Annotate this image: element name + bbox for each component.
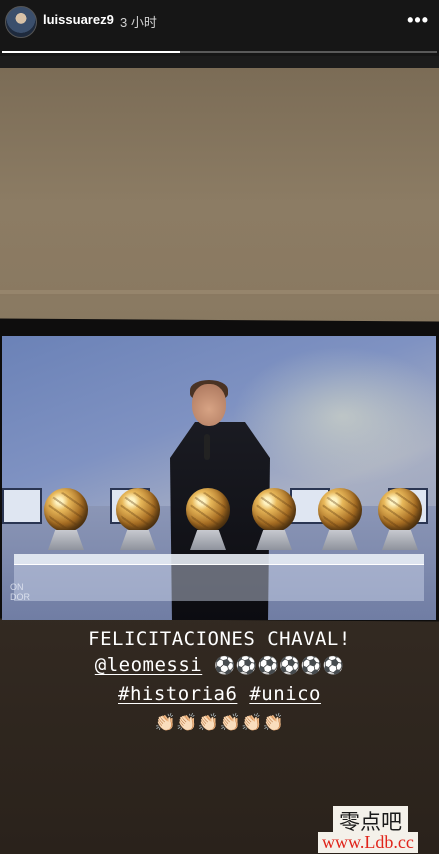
post-time: 3 小时 [120, 15, 157, 30]
soccer-ball-icons: ⚽⚽⚽⚽⚽⚽ [214, 656, 345, 676]
hashtag-historia6[interactable]: #historia6 [118, 683, 237, 705]
avatar[interactable] [5, 6, 37, 38]
story-progress-bar [2, 51, 437, 53]
presenter-head [192, 384, 226, 426]
more-options-icon[interactable]: ••• [407, 11, 429, 29]
tv-screen: ON DOR [2, 336, 436, 620]
story-progress-fill [2, 51, 181, 53]
username-link[interactable]: luissuarez9 [43, 12, 114, 27]
story-header: luissuarez9 3 小时 ••• [0, 0, 439, 56]
stage-screen [2, 488, 42, 524]
golden-ball-trophy [182, 488, 234, 556]
mention-leomessi[interactable]: @leomessi [95, 654, 202, 676]
golden-ball-trophy [248, 488, 300, 556]
story-photo: ON DOR [0, 68, 439, 854]
wall-edge [0, 290, 439, 294]
golden-ball-trophy [112, 488, 164, 556]
tv-logo: ON DOR [10, 582, 30, 602]
golden-ball-trophy [374, 488, 426, 556]
caption-line-2: @leomessi ⚽⚽⚽⚽⚽⚽ [0, 654, 439, 676]
golden-ball-trophy [314, 488, 366, 556]
room-wall [0, 68, 439, 296]
caption-line-1: FELICITACIONES CHAVAL! [88, 628, 351, 650]
microphone-icon [204, 434, 210, 460]
display-table-glass [14, 564, 424, 601]
display-table [14, 554, 424, 564]
hashtag-unico[interactable]: #unico [249, 683, 321, 705]
caption-line-3: #historia6 #unico [0, 683, 439, 705]
clapping-hands-icons: 👏🏻👏🏻👏🏻👏🏻👏🏻👏🏻 [154, 713, 285, 733]
watermark-url: www.Ldb.cc [318, 832, 418, 853]
golden-ball-trophy [40, 488, 92, 556]
